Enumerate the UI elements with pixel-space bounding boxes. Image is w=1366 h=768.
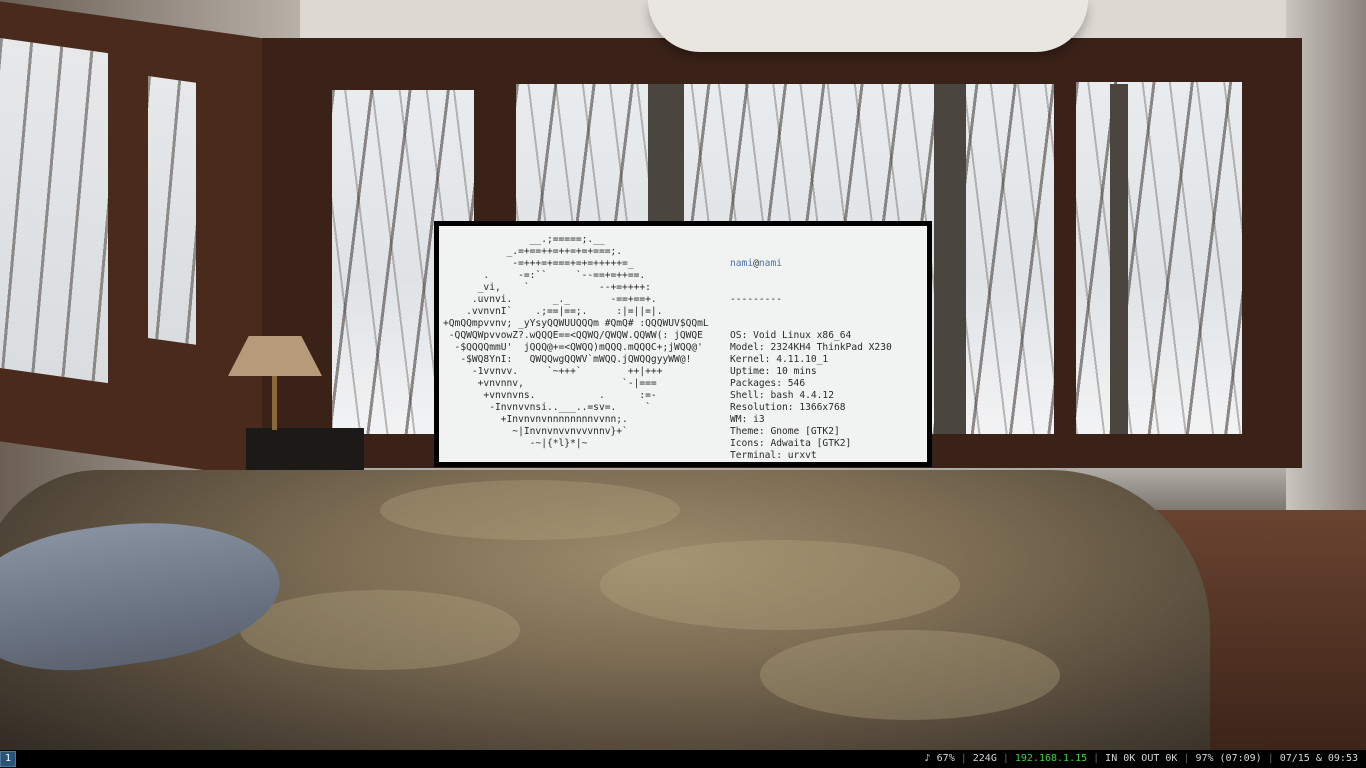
separator: |: [960, 753, 967, 764]
info-row-theme: Theme: Gnome [GTK2]: [730, 426, 909, 438]
info-colon: :: [787, 402, 800, 413]
datetime-status: 07/15 & 09:53: [1279, 753, 1358, 764]
blanket-fold: [760, 630, 1060, 720]
info-colon: :: [764, 354, 777, 365]
info-value: bash 4.4.12: [770, 390, 834, 401]
hostname: nami: [758, 258, 782, 269]
lamp-stem: [272, 376, 277, 430]
info-value: Adwaita [GTK2]: [770, 438, 852, 449]
ascii-logo-line: .uvnvi. _._ -==+==+.: [443, 294, 657, 305]
ascii-logo-line: -1vvnvv. `~+++` ++|+++: [443, 366, 663, 377]
info-row-terminal: Terminal: urxvt: [730, 450, 909, 462]
info-value: urxvt: [787, 450, 817, 461]
info-row-packages: Packages: 546: [730, 378, 909, 390]
ascii-logo-line: +QmQQmpvvnv; _yYsyQQWUUQQQm #QmQ# :QQQWU…: [443, 318, 709, 329]
info-colon: :: [741, 414, 754, 425]
system-info: nami@nami --------- OS: Void Linux x86_6…: [730, 234, 909, 462]
distro-ascii-logo: __.;=====;.__ _.=+==++=++=+=+===;. -=+++…: [443, 234, 709, 450]
disk-status: 224G: [972, 753, 997, 764]
network-status: IN 0K OUT 0K: [1105, 753, 1178, 764]
ascii-logo-line: +vnvnnv, `-|===: [443, 378, 657, 389]
ascii-logo-line: +vnvnvns. . :=-: [443, 390, 657, 401]
info-colon: :: [776, 450, 788, 461]
ascii-logo-line: -$QQQQmmU' jQQQ@+=<QWQQ)mQQQ.mQQQC+;jWQQ…: [443, 342, 703, 353]
info-row-shell: Shell: bash 4.4.12: [730, 390, 909, 402]
info-key: WM: [730, 414, 742, 425]
i3-status-bar: 1 ♪ 67% | 224G | 192.168.1.15 | IN 0K OU…: [0, 750, 1366, 768]
info-key: Resolution: [730, 402, 788, 413]
info-key: OS: [730, 330, 742, 341]
separator: |: [1002, 753, 1009, 764]
info-key: Icons: [730, 438, 759, 449]
info-colon: :: [764, 366, 777, 377]
info-rows: OS: Void Linux x86_64 Model: 2324KH4 Thin…: [730, 330, 909, 462]
blanket-fold: [240, 590, 520, 670]
tree-trunk: [1110, 84, 1128, 434]
info-value: 546: [787, 378, 806, 389]
info-colon: :: [758, 342, 771, 353]
info-row-os: OS: Void Linux x86_64: [730, 330, 909, 342]
terminal-content[interactable]: __.;=====;.__ _.=+==++=++=+=+===;. -=+++…: [439, 226, 927, 462]
separator: |: [1093, 753, 1100, 764]
info-value: i3: [753, 414, 765, 425]
ascii-logo-line: . -=:`` `--==+=++==.: [443, 270, 646, 281]
info-colon: :: [758, 426, 771, 437]
separator: |: [1183, 753, 1190, 764]
ascii-logo-line: +Invnvnvnnnnnnnnvvnn;.: [443, 414, 628, 425]
ascii-logo-line: _vi, ` --+=++++:: [443, 282, 651, 293]
terminal-window[interactable]: __.;=====;.__ _.=+==++=++=+=+===;. -=+++…: [434, 221, 932, 467]
status-blocks: ♪ 67% | 224G | 192.168.1.15 | IN 0K OUT …: [925, 750, 1358, 768]
info-key: Uptime: [730, 366, 765, 377]
user-host-line: nami@nami: [730, 258, 909, 270]
info-key: Theme: [730, 426, 759, 437]
info-value: Gnome [GTK2]: [770, 426, 840, 437]
info-value: Void Linux x86_64: [753, 330, 852, 341]
left-window-pane-small: [148, 76, 196, 345]
ascii-logo-line: -=+++=+===+=+=+++++=_: [443, 258, 634, 269]
ascii-logo-line: -$WQ8YnI: QWQQwgQQWV`mWQQ.jQWQQgyyWW@!: [443, 354, 692, 365]
separator: |: [1267, 753, 1274, 764]
ascii-logo-line: -Invnvvnsi..___..=sv=. `: [443, 402, 651, 413]
info-key: Packages: [730, 378, 777, 389]
info-colon: :: [758, 390, 771, 401]
info-key: Terminal: [730, 450, 777, 461]
ascii-logo-line: -QQWQWpvvowZ?.wQQQE==<QQWQ/QWQW.QQWW(: j…: [443, 330, 703, 341]
info-value: 2324KH4 ThinkPad X230: [770, 342, 892, 353]
tree-trunk: [648, 84, 684, 224]
info-row-uptime: Uptime: 10 mins: [730, 366, 909, 378]
volume-status[interactable]: ♪ 67%: [925, 750, 955, 768]
ascii-logo-line: ~|Invnvnvvnvvvnnv}+`: [443, 426, 628, 437]
info-key: Shell: [730, 390, 759, 401]
blanket-fold: [600, 540, 960, 630]
info-key: Model: [730, 342, 759, 353]
workspace-button[interactable]: 1: [0, 751, 16, 767]
tree-trunk: [934, 84, 966, 434]
info-row-model: Model: 2324KH4 ThinkPad X230: [730, 342, 909, 354]
ascii-logo-line: .vvnvnI` .;==|==;. :|=||=|.: [443, 306, 663, 317]
info-value: 1366x768: [799, 402, 846, 413]
info-row-kernel: Kernel: 4.11.10_1: [730, 354, 909, 366]
info-value: 10 mins: [776, 366, 817, 377]
info-row-resolution: Resolution: 1366x768: [730, 402, 909, 414]
ceiling-lamp: [648, 0, 1088, 52]
ip-status: 192.168.1.15: [1014, 753, 1088, 764]
battery-status: 97% (07:09): [1195, 753, 1262, 764]
ascii-logo-line: -~|{*l}*|~: [443, 438, 588, 449]
info-value: 4.11.10_1: [776, 354, 829, 365]
window-pane-right: [1076, 82, 1242, 434]
info-colon: :: [758, 438, 771, 449]
info-colon: :: [741, 330, 754, 341]
ascii-logo-line: _.=+==++=++=+=+===;.: [443, 246, 623, 257]
ascii-logo-line: __.;=====;.__: [443, 234, 605, 245]
left-window-pane: [0, 38, 108, 384]
username: nami: [730, 258, 754, 269]
blanket-fold: [380, 480, 680, 540]
separator-line: ---------: [730, 294, 782, 305]
info-row-wm: WM: i3: [730, 414, 909, 426]
info-colon: :: [776, 378, 788, 389]
info-row-icons: Icons: Adwaita [GTK2]: [730, 438, 909, 450]
info-key: Kernel: [730, 354, 765, 365]
